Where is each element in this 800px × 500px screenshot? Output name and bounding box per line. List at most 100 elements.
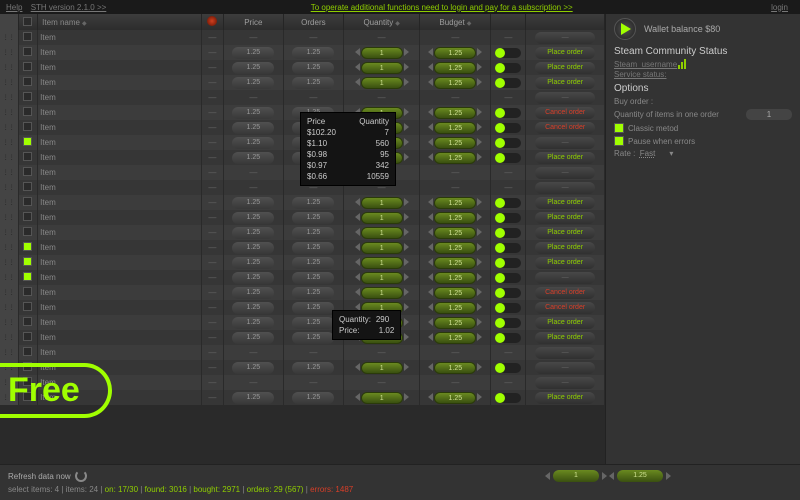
drag-handle[interactable]: ⋮⋮ xyxy=(0,135,18,150)
budget-increment[interactable] xyxy=(477,258,482,266)
price-cell[interactable]: 1.25 xyxy=(223,240,283,255)
orders-cell[interactable]: 1.25 xyxy=(283,315,343,330)
login-link[interactable]: login xyxy=(771,3,788,12)
col-quantity[interactable]: Quantity◆ xyxy=(343,14,419,30)
qty-decrement[interactable] xyxy=(355,48,360,56)
row-checkbox[interactable] xyxy=(18,90,38,105)
item-name[interactable]: Item xyxy=(38,75,202,90)
help-link[interactable]: Help xyxy=(6,3,22,12)
budget-decrement[interactable] xyxy=(428,303,433,311)
action-cell[interactable]: Cancel order xyxy=(526,285,605,300)
action-cell[interactable]: Place order xyxy=(526,195,605,210)
qty-decrement[interactable] xyxy=(355,303,360,311)
budget-cell[interactable]: — xyxy=(420,345,491,360)
footer-budget-pill[interactable]: 1.25 xyxy=(617,470,663,482)
budget-increment[interactable] xyxy=(477,393,482,401)
budget-cell[interactable]: — xyxy=(420,375,491,390)
qty-decrement[interactable] xyxy=(355,333,360,341)
orders-cell[interactable]: 1.25 xyxy=(283,60,343,75)
footer-arrow-right-2[interactable] xyxy=(666,472,671,480)
budget-increment[interactable] xyxy=(477,213,482,221)
drag-handle[interactable]: ⋮⋮ xyxy=(0,165,18,180)
footer-arrow-left-2[interactable] xyxy=(609,472,614,480)
orders-cell[interactable]: — xyxy=(283,165,343,180)
row-checkbox[interactable] xyxy=(18,315,38,330)
action-cell[interactable]: Cancel order xyxy=(526,300,605,315)
budget-cell[interactable]: — xyxy=(420,180,491,195)
qty-cell[interactable]: 1 xyxy=(343,330,419,345)
toggle-cell[interactable] xyxy=(491,330,526,345)
action-cell[interactable]: Place order xyxy=(526,390,605,405)
budget-decrement[interactable] xyxy=(428,288,433,296)
budget-increment[interactable] xyxy=(477,198,482,206)
price-cell[interactable]: 1.25 xyxy=(223,330,283,345)
budget-cell[interactable]: 1.25 xyxy=(420,195,491,210)
qty-cell[interactable]: — xyxy=(343,30,419,45)
budget-cell[interactable]: 1.25 xyxy=(420,330,491,345)
price-cell[interactable]: 1.25 xyxy=(223,360,283,375)
price-cell[interactable]: 1.25 xyxy=(223,300,283,315)
action-cell[interactable]: Cancel order xyxy=(526,105,605,120)
row-checkbox[interactable] xyxy=(18,285,38,300)
qty-decrement[interactable] xyxy=(355,78,360,86)
budget-decrement[interactable] xyxy=(428,48,433,56)
qty-cell[interactable]: 1 xyxy=(343,60,419,75)
qty-increment[interactable] xyxy=(404,78,409,86)
col-select[interactable] xyxy=(18,14,38,30)
action-cell[interactable]: — xyxy=(526,135,605,150)
item-name[interactable]: Item xyxy=(38,315,202,330)
drag-handle[interactable]: ⋮⋮ xyxy=(0,240,18,255)
budget-decrement[interactable] xyxy=(428,363,433,371)
orders-cell[interactable]: 1.25 xyxy=(283,240,343,255)
qty-increment[interactable] xyxy=(404,288,409,296)
drag-handle[interactable]: ⋮⋮ xyxy=(0,225,18,240)
toggle-cell[interactable]: — xyxy=(491,90,526,105)
action-cell[interactable]: — xyxy=(526,30,605,45)
qty-increment[interactable] xyxy=(404,108,409,116)
action-cell[interactable]: Place order xyxy=(526,225,605,240)
price-cell[interactable]: — xyxy=(223,30,283,45)
qty-cell[interactable]: 1 xyxy=(343,285,419,300)
footer-qty-pill[interactable]: 1 xyxy=(553,470,599,482)
budget-decrement[interactable] xyxy=(428,258,433,266)
price-cell[interactable]: 1.25 xyxy=(223,195,283,210)
action-cell[interactable]: — xyxy=(526,360,605,375)
orders-cell[interactable]: 1.25 xyxy=(283,225,343,240)
row-checkbox[interactable] xyxy=(18,345,38,360)
row-checkbox[interactable] xyxy=(18,105,38,120)
drag-handle[interactable]: ⋮⋮ xyxy=(0,285,18,300)
row-checkbox[interactable] xyxy=(18,255,38,270)
qty-decrement[interactable] xyxy=(355,288,360,296)
toggle-cell[interactable] xyxy=(491,195,526,210)
row-checkbox[interactable] xyxy=(18,45,38,60)
budget-cell[interactable]: 1.25 xyxy=(420,150,491,165)
drag-handle[interactable]: ⋮⋮ xyxy=(0,210,18,225)
classic-checkbox[interactable] xyxy=(614,123,624,133)
toggle-cell[interactable] xyxy=(491,105,526,120)
item-name[interactable]: Item xyxy=(38,45,202,60)
row-checkbox[interactable] xyxy=(18,195,38,210)
qty-decrement[interactable] xyxy=(355,243,360,251)
orders-cell[interactable]: 1.25 xyxy=(283,210,343,225)
budget-decrement[interactable] xyxy=(428,318,433,326)
qty-cell[interactable]: 1 xyxy=(343,390,419,405)
budget-decrement[interactable] xyxy=(428,393,433,401)
row-checkbox[interactable] xyxy=(18,330,38,345)
action-cell[interactable]: Place order xyxy=(526,255,605,270)
row-checkbox[interactable] xyxy=(18,30,38,45)
qty-increment[interactable] xyxy=(404,138,409,146)
budget-increment[interactable] xyxy=(477,48,482,56)
qty-decrement[interactable] xyxy=(355,213,360,221)
col-name[interactable]: Item name◆ xyxy=(38,14,202,30)
toggle-cell[interactable] xyxy=(491,45,526,60)
budget-increment[interactable] xyxy=(477,123,482,131)
budget-increment[interactable] xyxy=(477,318,482,326)
budget-decrement[interactable] xyxy=(428,198,433,206)
price-cell[interactable]: 1.25 xyxy=(223,45,283,60)
col-record[interactable] xyxy=(201,14,223,30)
item-name[interactable]: Item xyxy=(38,255,202,270)
qty-decrement[interactable] xyxy=(355,318,360,326)
drag-handle[interactable]: ⋮⋮ xyxy=(0,315,18,330)
toggle-cell[interactable] xyxy=(491,75,526,90)
row-checkbox[interactable] xyxy=(18,210,38,225)
